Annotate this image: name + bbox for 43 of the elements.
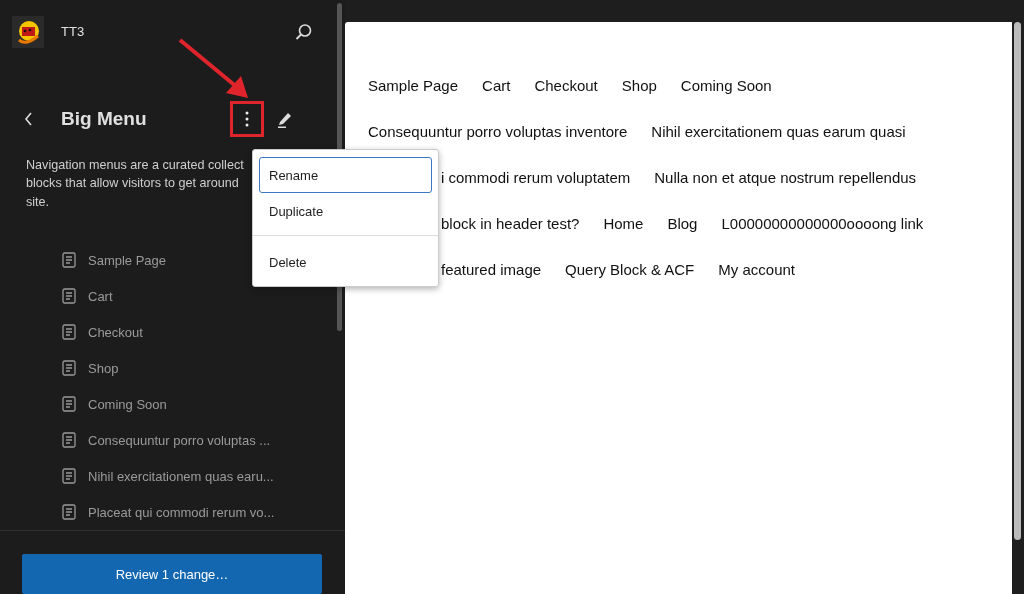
menu-item[interactable]: Coming Soon [62,386,345,423]
review-changes-button[interactable]: Review 1 change… [22,554,322,594]
page-icon [62,432,76,449]
page-icon [62,504,76,521]
nav-link[interactable]: Consequuntur porro voluptas inventore [368,122,628,140]
back-icon[interactable] [23,110,33,127]
scrollbar[interactable] [1014,22,1021,540]
page-icon [62,396,76,413]
annotation-arrow [178,38,250,100]
menu-item[interactable]: Shop [62,350,345,387]
menu-item[interactable]: Checkout [62,314,345,351]
menu-item[interactable]: Cart [62,278,345,315]
page-icon [62,252,76,269]
nav-link[interactable]: Nulla non et atque nostrum repellendus [654,168,917,186]
site-title[interactable]: TT3 [61,24,295,40]
nav-link[interactable]: Nihil exercitationem quas earum quasi [651,122,906,140]
nav-link[interactable]: Coming Soon [680,76,772,94]
nav-link[interactable]: Blog [667,214,698,232]
nav-link[interactable]: Checkout [534,76,598,94]
menu-item[interactable]: Consequuntur porro voluptas ... [62,422,345,459]
page-icon [62,360,76,377]
menu-option[interactable]: Delete [259,244,432,280]
menu-option[interactable]: Duplicate [259,193,432,229]
nav-link[interactable]: block in header test? [441,214,580,232]
nav-link[interactable]: Sample Page [368,76,459,94]
page-icon [62,324,76,341]
nav-link[interactable]: My account [718,260,795,278]
menu-option[interactable]: Rename [259,157,432,193]
menu-item[interactable]: Placeat qui commodi rerum vo... [62,494,345,530]
menu-item[interactable]: Nihil exercitationem quas earu... [62,458,345,495]
nav-link[interactable]: L00000000000000oooong link [721,214,924,232]
page-icon [62,288,76,305]
nav-link[interactable]: Shop [621,76,657,94]
page-icon [62,468,76,485]
menu-title: Big Menu [61,107,148,130]
nav-link[interactable]: i commodi rerum voluptatem [441,168,631,186]
nav-link[interactable]: Query Block & ACF [565,260,695,278]
site-logo-icon[interactable] [12,15,44,48]
nav-link[interactable]: featured image [441,260,542,278]
menu-description: Navigation menus are a curated collect blocks that allow visitors to get around site. [26,156,244,211]
nav-link[interactable]: Cart [482,76,511,94]
search-icon[interactable] [295,22,313,41]
nav-link[interactable]: Home [603,214,644,232]
